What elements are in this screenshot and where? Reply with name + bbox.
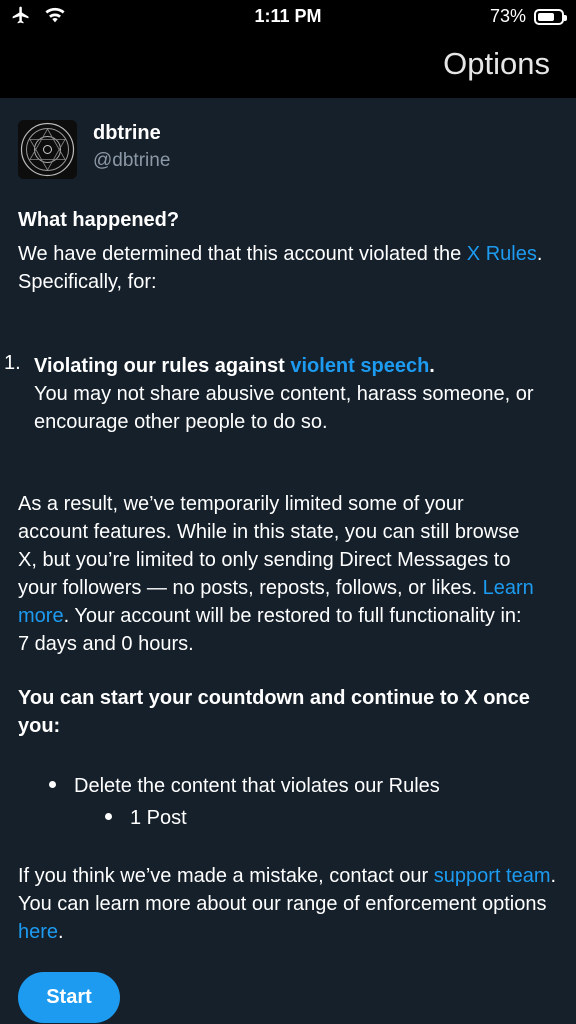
violation-title: Violating our rules against violent spee… [34,352,564,380]
profile-handle: @dbtrine [93,150,171,171]
mistake-text: If you think we’ve made a mistake, conta… [18,865,434,887]
intro-paragraph: We have determined that this account vio… [18,240,558,296]
list-item: Delete the content that violates our Rul… [49,772,440,800]
violation-description: You may not share abusive content, haras… [34,383,534,433]
start-button[interactable]: Start [18,972,120,1023]
what-happened-heading: What happened? [18,209,180,231]
support-team-link[interactable]: support team [434,865,551,887]
violent-speech-link[interactable]: violent speech [290,355,429,377]
status-right: 73% [489,6,567,27]
mistake-text-end: . [58,921,64,943]
avatar[interactable] [18,120,77,179]
countdown-heading: You can start your countdown and continu… [18,687,530,737]
battery-percent: 73% [489,6,526,26]
battery-icon [534,8,567,25]
result-text: As a result, we’ve temporarily limited s… [18,493,520,599]
battery-level-fill [538,12,555,21]
bullet-subtext: 1 Post [130,807,187,829]
bullet-text: Delete the content that violates our Rul… [74,775,440,797]
result-paragraph: As a result, we’ve temporarily limited s… [18,490,538,658]
x-rules-link[interactable]: X Rules [467,243,537,265]
violation-item: Violating our rules against violent spee… [34,352,564,436]
here-link[interactable]: here [18,921,58,943]
profile-name: dbtrine [93,122,161,144]
violation-title-text: Violating our rules against [34,355,291,377]
options-button[interactable]: Options [443,46,550,82]
mistake-paragraph: If you think we’ve made a mistake, conta… [18,862,558,946]
status-bar: 1:11 PM 73% [0,0,576,34]
intro-text: We have determined that this account vio… [18,243,467,265]
bullet-icon [105,813,112,821]
violation-number: 1. [4,352,21,374]
list-item: 1 Post [105,804,187,832]
nav-bar: Options [0,34,576,98]
bullet-icon [49,781,56,789]
violation-title-end: . [429,355,435,377]
result-text-end: . Your account will be restored to full … [18,605,522,655]
